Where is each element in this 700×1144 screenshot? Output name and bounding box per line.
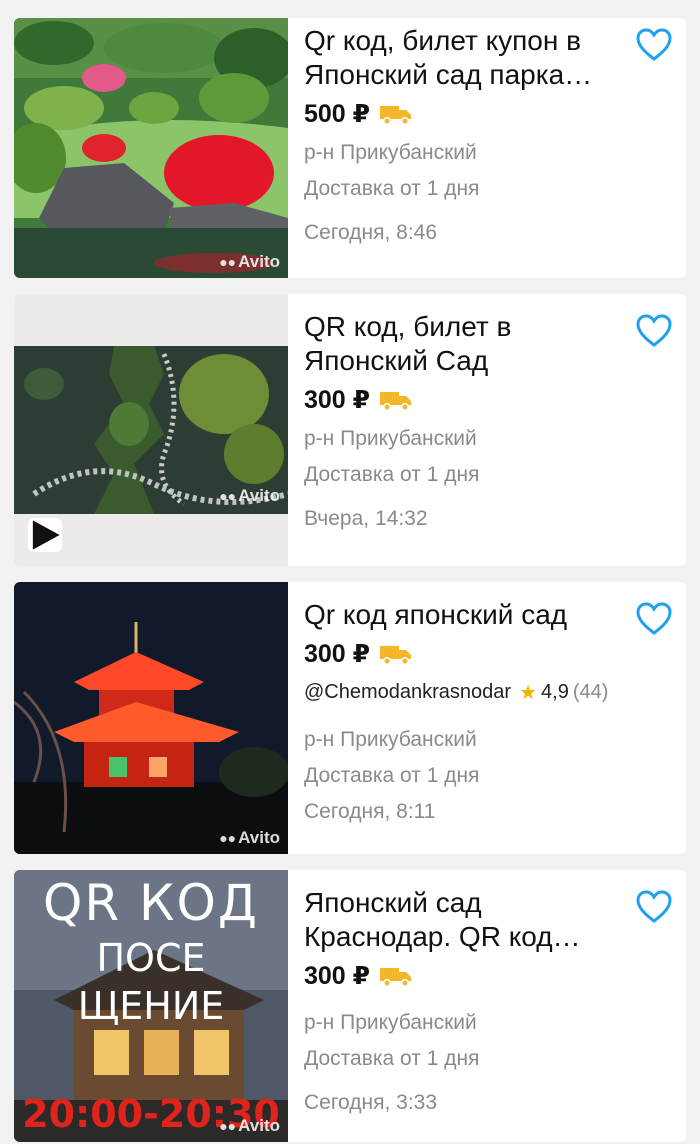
avito-watermark: ●● Avito [219, 1116, 280, 1135]
listing-price: 300 ₽ [304, 962, 371, 990]
truck-icon [380, 392, 412, 411]
truck-icon [380, 106, 412, 125]
listing-card[interactable]: ●● Avito Qr код японский сад 300 ₽ @Chemo… [14, 582, 686, 854]
listings-feed: ●● Avito Qr код, билет купон в Японский с… [0, 0, 700, 1144]
truck-icon [380, 646, 412, 665]
image-caption-line-3: ЩЕНИЕ [77, 984, 225, 1028]
listing-delivery: Доставка от 1 дня [304, 463, 480, 486]
seller-reviews-count: (44) [572, 681, 609, 703]
listing-district: р-н Прикубанский [304, 141, 477, 164]
garden-photo [14, 18, 288, 278]
image-caption-line-2: ПОСЕ [96, 936, 206, 980]
listing-delivery: Доставка от 1 дня [304, 1047, 480, 1070]
avito-watermark: ●● Avito [219, 828, 280, 847]
heart-outline-icon[interactable] [636, 602, 672, 636]
listing-photo[interactable]: ●● Avito [14, 582, 288, 854]
listing-date: Вчера, 14:32 [304, 507, 428, 530]
seller-info[interactable]: @Chemodankrasnodar ★ 4,9 (44) [304, 680, 628, 705]
listing-photo[interactable]: QR КОД ПОСЕ ЩЕНИЕ 20:00-20:30 ●● Avito [14, 870, 288, 1142]
seller-name[interactable]: @Chemodankrasnodar [304, 681, 511, 704]
pagoda-photo [14, 582, 288, 854]
listing-title[interactable]: Qr код японский сад [304, 598, 628, 632]
listing-title[interactable]: QR код, билет в Японский Сад [304, 310, 628, 378]
seller-rating: 4,9 [541, 681, 569, 703]
truck-icon [380, 968, 412, 987]
avito-watermark: ●● Avito [219, 486, 280, 505]
avito-watermark: ●● Avito [219, 252, 280, 271]
listing-date: Сегодня, 8:11 [304, 800, 436, 823]
video-play-button[interactable] [28, 518, 62, 552]
play-icon [32, 520, 60, 550]
listing-card[interactable]: QR КОД ПОСЕ ЩЕНИЕ 20:00-20:30 ●● Avito Яп… [14, 870, 686, 1142]
listing-price: 300 ₽ [304, 640, 371, 668]
listing-title[interactable]: Японский сад Краснодар. QR код… [304, 886, 628, 954]
listing-district: р-н Прикубанский [304, 1011, 477, 1034]
listing-price: 300 ₽ [304, 386, 371, 414]
listing-photo[interactable]: ●● Avito [14, 18, 288, 278]
image-caption-qr: QR КОД [43, 874, 259, 932]
listing-price: 500 ₽ [304, 100, 371, 128]
listing-delivery: Доставка от 1 дня [304, 764, 480, 787]
heart-outline-icon[interactable] [636, 890, 672, 924]
listing-card[interactable]: ●● Avito QR код, билет в Японский Сад 300… [14, 294, 686, 566]
listing-photo[interactable]: ●● Avito [14, 294, 288, 566]
listing-title[interactable]: Qr код, билет купон в Японский сад парка… [304, 24, 628, 92]
heart-outline-icon[interactable] [636, 28, 672, 62]
listing-date: Сегодня, 3:33 [304, 1091, 438, 1114]
listing-delivery: Доставка от 1 дня [304, 177, 480, 200]
listing-district: р-н Прикубанский [304, 427, 477, 450]
listing-card[interactable]: ●● Avito Qr код, билет купон в Японский с… [14, 18, 686, 278]
listing-date: Сегодня, 8:46 [304, 221, 438, 244]
heart-outline-icon[interactable] [636, 314, 672, 348]
star-icon: ★ [519, 682, 538, 704]
listing-district: р-н Прикубанский [304, 728, 477, 751]
